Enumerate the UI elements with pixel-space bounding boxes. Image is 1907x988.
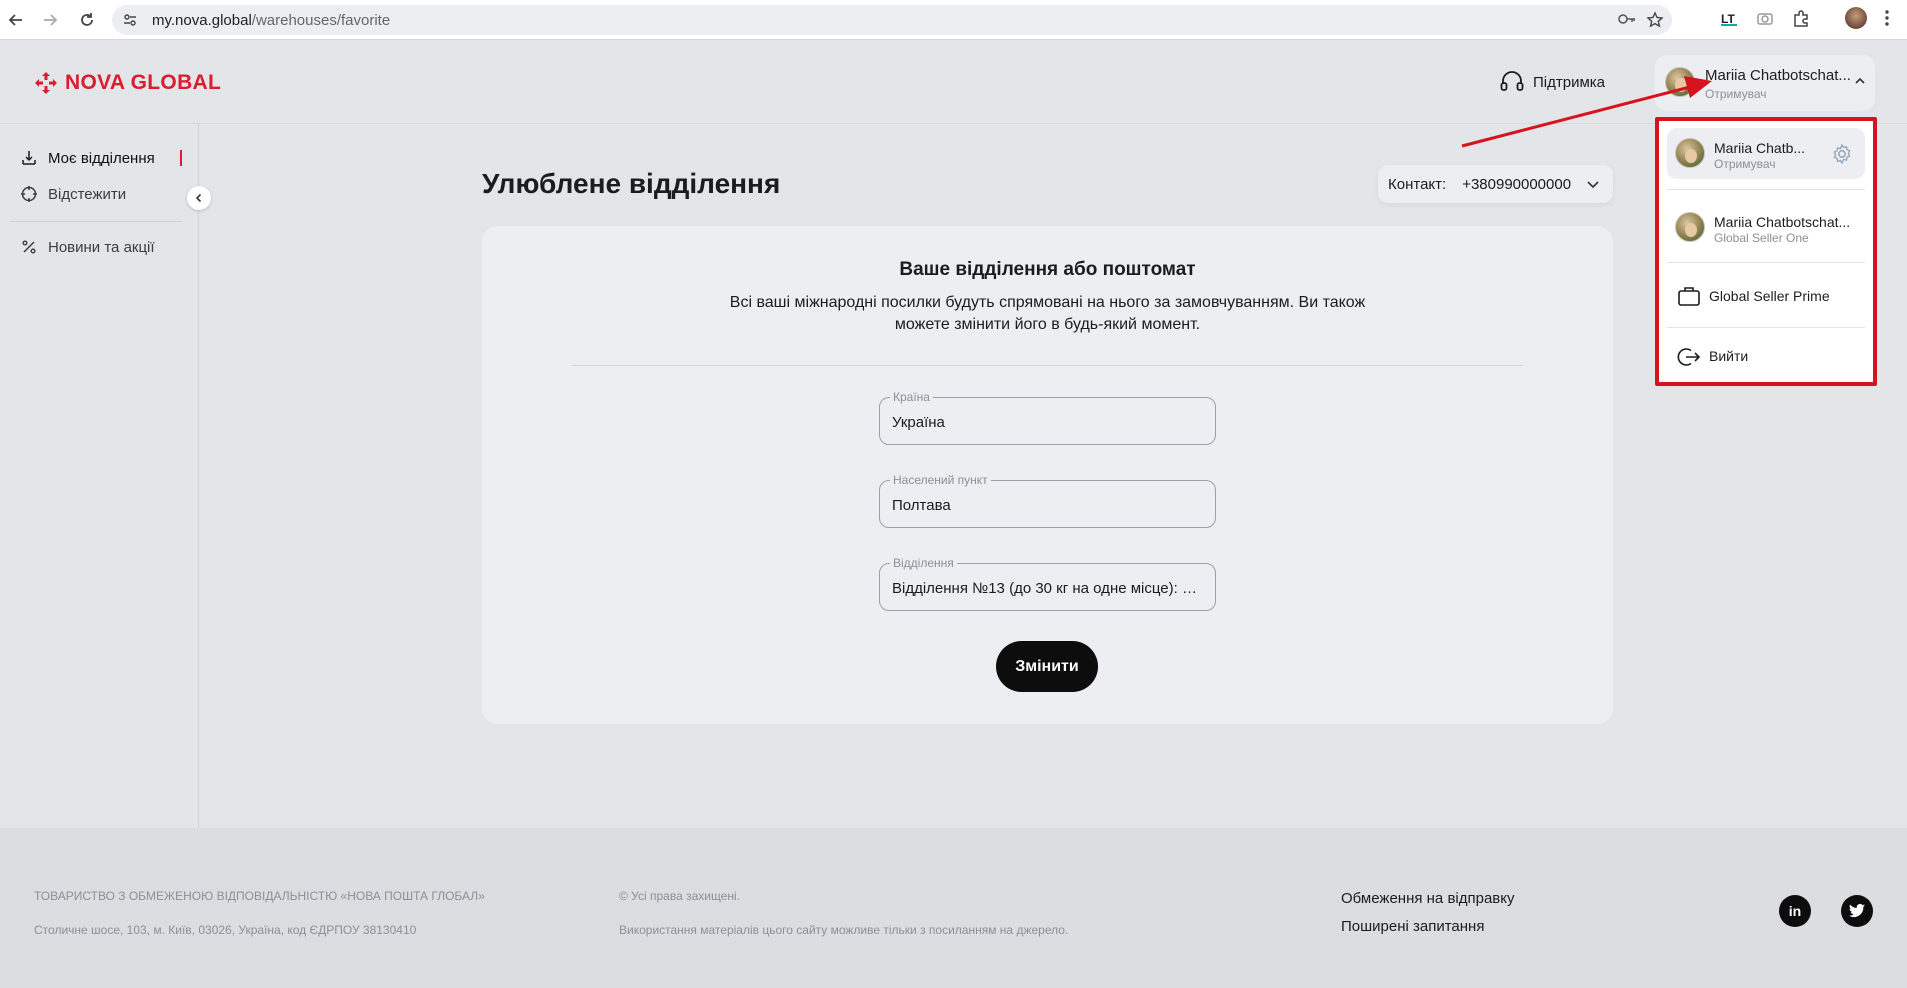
nova-global-logo[interactable]: NOVA GLOBAL	[34, 71, 221, 95]
footer: ТОВАРИСТВО З ОБМЕЖЕНОЮ ВІДПОВІДАЛЬНІСТЮ …	[0, 828, 1907, 988]
browser-menu-icon[interactable]	[1884, 9, 1890, 32]
contact-label: Контакт:	[1388, 175, 1447, 193]
field-value: Україна	[892, 414, 945, 431]
camera-icon[interactable]	[1756, 9, 1774, 32]
chevron-down-icon	[1585, 176, 1601, 196]
prime-label: Global Seller Prime	[1709, 288, 1830, 304]
country-field[interactable]: Країна Україна	[879, 390, 1216, 445]
field-label: Населений пункт	[890, 473, 991, 487]
sidebar-item-label: Новини та акції	[48, 238, 155, 256]
support-label: Підтримка	[1533, 73, 1606, 91]
footer-company: ТОВАРИСТВО З ОБМЕЖЕНОЮ ВІДПОВІДАЛЬНІСТЮ …	[34, 889, 485, 903]
headset-icon	[1500, 71, 1524, 91]
sidebar-item-label: Відстежити	[48, 185, 127, 203]
twitter-icon[interactable]	[1841, 895, 1873, 927]
sidebar-item-my-warehouse[interactable]: Моє відділення	[20, 147, 155, 169]
url-text: my.nova.global/warehouses/favorite	[152, 12, 391, 29]
account-name: Mariia Chatbotschat...	[1714, 214, 1851, 230]
logout-label: Вийти	[1709, 348, 1749, 364]
percent-icon	[22, 240, 36, 254]
dropdown-divider	[1667, 262, 1865, 263]
warehouse-field[interactable]: Відділення Відділення №13 (до 30 кг на о…	[879, 556, 1216, 611]
linkedin-label: in	[1788, 903, 1802, 919]
logo-text: NOVA GLOBAL	[65, 71, 222, 94]
sidebar: Моє відділення Відстежити Новини та акці…	[0, 124, 199, 828]
briefcase-icon	[1677, 285, 1701, 312]
logo-mark-icon	[35, 72, 57, 94]
chevron-up-icon	[1853, 74, 1867, 93]
bookmark-star-icon[interactable]	[1646, 11, 1664, 34]
field-label: Відділення	[890, 556, 957, 570]
profile-avatar-icon[interactable]	[1845, 7, 1867, 29]
avatar	[1675, 138, 1705, 168]
footer-usage: Використання матеріалів цього сайту можл…	[619, 923, 1069, 937]
back-icon[interactable]	[4, 8, 28, 32]
gear-icon[interactable]	[1831, 143, 1853, 170]
account-seller-prime[interactable]: Global Seller Prime	[1667, 265, 1865, 327]
field-value: Відділення №13 (до 30 кг на одне місце):…	[892, 580, 1203, 597]
sidebar-item-news[interactable]: Новини та акції	[20, 236, 155, 258]
contact-selector[interactable]: Контакт: +380990000000	[1378, 165, 1613, 203]
field-label: Країна	[890, 390, 933, 404]
account-current[interactable]: Mariia Chatb... Отримувач	[1667, 128, 1865, 179]
reload-icon[interactable]	[75, 8, 99, 32]
card-description: Всі ваші міжнародні посилки будуть спрям…	[729, 294, 1366, 333]
card-title: Ваше відділення або поштомат	[899, 259, 1196, 280]
password-key-icon[interactable]	[1618, 12, 1636, 31]
dropdown-divider	[1667, 327, 1865, 328]
logout-button[interactable]: Вийти	[1667, 330, 1865, 382]
support-link[interactable]: Підтримка	[1499, 69, 1605, 95]
linkedin-icon[interactable]: in	[1779, 895, 1811, 927]
footer-link-faq[interactable]: Поширені запитання	[1341, 918, 1484, 935]
app-header: NOVA GLOBAL Підтримка Mariia Chatbotscha…	[0, 41, 1907, 124]
forward-icon[interactable]	[38, 8, 62, 32]
city-field[interactable]: Населений пункт Полтава	[879, 473, 1216, 528]
account-seller-one[interactable]: Mariia Chatbotschat... Global Seller One	[1667, 195, 1865, 259]
svg-text:LT: LT	[1721, 12, 1735, 26]
warehouse-icon	[22, 151, 36, 165]
footer-address: Столичне шосе, 103, м. Київ, 03026, Укра…	[34, 923, 417, 937]
avatar	[1675, 212, 1705, 242]
sidebar-item-track[interactable]: Відстежити	[20, 183, 126, 205]
sidebar-item-label: Моє відділення	[48, 149, 155, 167]
user-name: Mariia Chatbotschat...	[1705, 67, 1851, 84]
logout-icon	[1677, 346, 1701, 373]
browser-toolbar: my.nova.global/warehouses/favorite LT	[0, 0, 1907, 40]
address-bar[interactable]: my.nova.global/warehouses/favorite	[112, 5, 1672, 35]
user-menu-button[interactable]: Mariia Chatbotschat... Отримувач	[1655, 55, 1875, 111]
account-role: Global Seller One	[1714, 231, 1809, 245]
contact-phone: +380990000000	[1462, 175, 1572, 193]
dropdown-divider	[1667, 189, 1865, 190]
footer-link-restrictions[interactable]: Обмеження на відправку	[1341, 890, 1515, 907]
chevron-left-icon	[195, 193, 202, 203]
profile-dropdown: Mariia Chatb... Отримувач Mariia Chatbot…	[1655, 117, 1877, 386]
footer-copyright: © Усі права захищені.	[619, 889, 741, 903]
page-title: Улюблене відділення	[482, 168, 781, 199]
account-name: Mariia Chatb...	[1714, 140, 1806, 156]
extensions-puzzle-icon[interactable]	[1792, 9, 1810, 32]
crosshair-icon	[21, 186, 37, 202]
card-divider	[572, 365, 1523, 366]
warehouse-card: Ваше відділення або поштомат Всі ваші мі…	[482, 226, 1613, 724]
user-role: Отримувач	[1705, 87, 1767, 101]
active-indicator	[180, 150, 182, 166]
account-role: Отримувач	[1714, 157, 1776, 171]
site-settings-icon[interactable]	[122, 12, 138, 33]
change-button[interactable]: Змінити	[996, 641, 1098, 692]
sidebar-divider	[10, 221, 182, 222]
avatar	[1665, 67, 1695, 97]
field-value: Полтава	[892, 497, 951, 514]
sidebar-collapse-button[interactable]	[187, 186, 211, 210]
extension-translate-icon[interactable]: LT	[1720, 9, 1738, 32]
